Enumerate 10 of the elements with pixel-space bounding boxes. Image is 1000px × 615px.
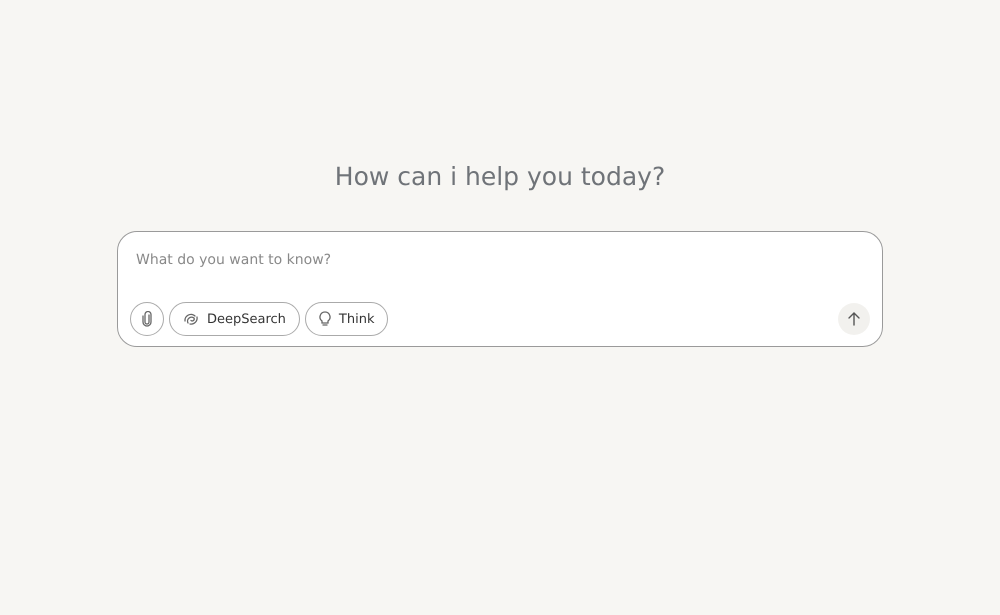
prompt-input[interactable]: What do you want to know? [130,250,870,270]
lightbulb-icon [318,311,331,327]
spiral-icon [183,312,199,326]
page-heading: How can i help you today? [334,162,666,191]
attach-button[interactable] [130,302,164,336]
think-button[interactable]: Think [304,302,388,336]
paperclip-icon [141,311,153,327]
deepsearch-button[interactable]: DeepSearch [169,302,300,336]
send-button[interactable] [838,303,870,335]
arrow-up-icon [848,312,860,326]
